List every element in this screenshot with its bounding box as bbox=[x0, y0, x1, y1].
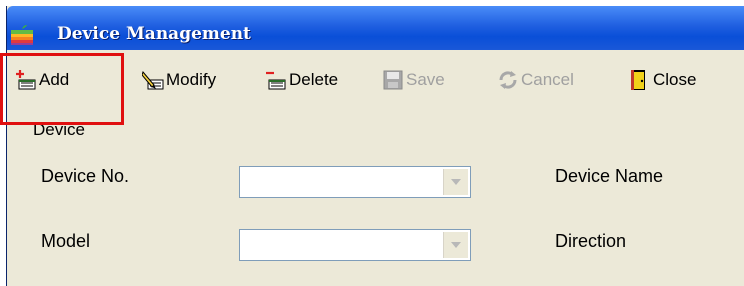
cancel-button[interactable]: Cancel bbox=[497, 50, 574, 110]
dropdown-arrow-icon[interactable] bbox=[443, 232, 468, 258]
add-record-icon bbox=[15, 69, 37, 91]
modify-button-label: Modify bbox=[166, 70, 217, 89]
delete-button-label: Delete bbox=[289, 70, 339, 89]
device-management-window: Device Management Add Modify Delete Save… bbox=[6, 6, 744, 286]
window-title: Device Management bbox=[57, 24, 251, 44]
delete-record-icon bbox=[265, 69, 287, 91]
title-bar[interactable]: Device Management bbox=[7, 6, 744, 50]
toolbar: Add Modify Delete Save Cancel Close bbox=[7, 50, 744, 110]
model-dropdown[interactable] bbox=[239, 229, 471, 261]
save-button[interactable]: Save bbox=[382, 50, 445, 110]
apple-logo-icon bbox=[11, 25, 33, 45]
save-button-label: Save bbox=[406, 70, 445, 89]
add-device-button[interactable]: Add bbox=[15, 50, 69, 110]
cancel-button-label: Cancel bbox=[521, 70, 574, 89]
direction-label: Direction bbox=[555, 231, 627, 251]
dropdown-arrow-icon[interactable] bbox=[443, 169, 468, 195]
close-button-label: Close bbox=[653, 70, 697, 89]
refresh-arrows-icon bbox=[497, 69, 519, 91]
device-no-dropdown[interactable] bbox=[239, 166, 471, 198]
delete-button[interactable]: Delete bbox=[265, 50, 338, 110]
model-label: Model bbox=[41, 231, 91, 251]
add-button-label-continuation: Device bbox=[33, 120, 85, 139]
edit-pencil-icon bbox=[141, 69, 164, 91]
close-button[interactable]: Close bbox=[629, 50, 696, 110]
device-name-label: Device Name bbox=[555, 166, 664, 186]
floppy-disk-icon bbox=[382, 69, 404, 91]
modify-button[interactable]: Modify bbox=[141, 50, 217, 110]
add-button-label: Add bbox=[39, 70, 70, 89]
exit-door-icon bbox=[629, 69, 651, 91]
device-no-label: Device No. bbox=[41, 166, 130, 186]
